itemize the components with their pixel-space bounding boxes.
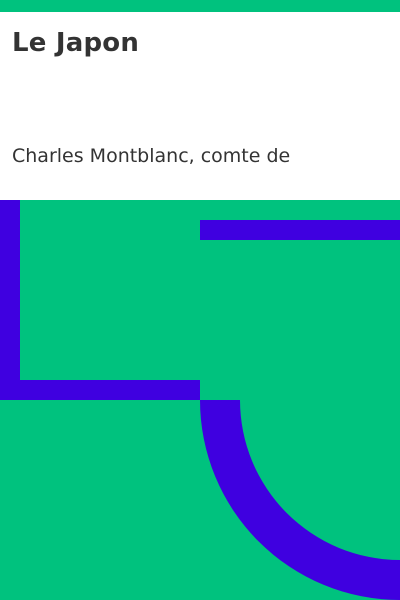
book-cover: Le Japon Charles Montblanc, comte de bbox=[0, 0, 400, 600]
blue-horizontal-bar-lower bbox=[0, 380, 200, 400]
blue-horizontal-bar-upper bbox=[200, 220, 400, 240]
book-title: Le Japon bbox=[12, 28, 140, 58]
blue-vertical-bar bbox=[0, 200, 20, 400]
cover-artwork bbox=[0, 200, 400, 600]
top-stripe bbox=[0, 0, 400, 12]
book-author: Charles Montblanc, comte de bbox=[12, 145, 291, 167]
